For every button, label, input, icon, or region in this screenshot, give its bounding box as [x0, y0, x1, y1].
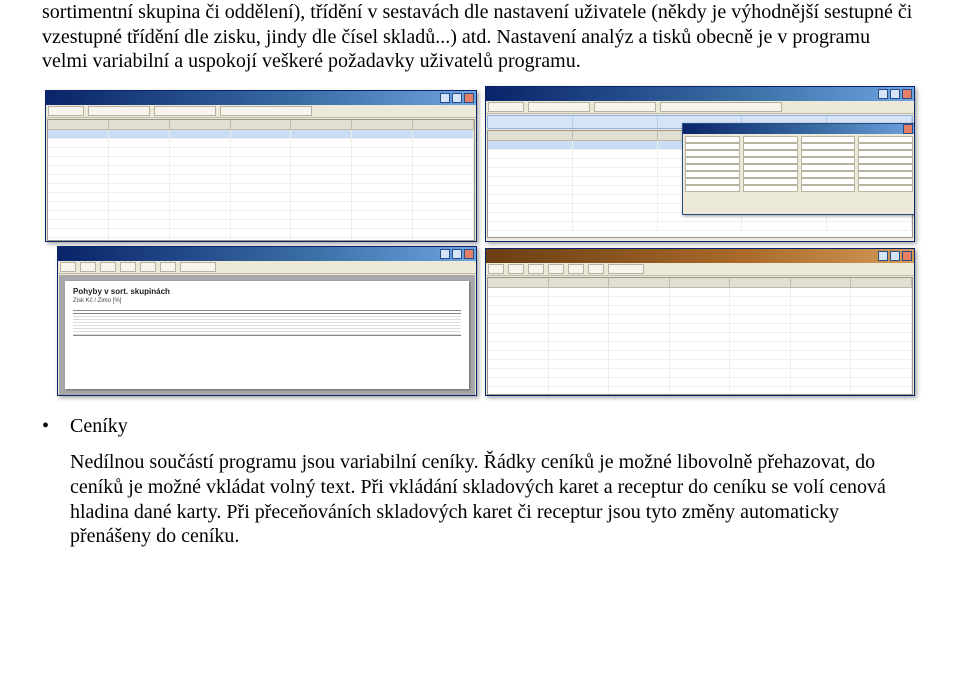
paragraph-intro: sortimentní skupina či oddělení), tříděn… [42, 0, 918, 74]
window-titlebar [58, 247, 476, 261]
paragraph-ceniky-body: Nedílnou součástí programu jsou variabil… [70, 450, 918, 548]
report-page: Pohyby v sort. skupinách Zisk Kč / Zimo … [65, 281, 469, 389]
window-titlebar [486, 87, 914, 101]
window-toolbar [486, 101, 914, 114]
close-icon [464, 249, 474, 259]
app-window-grid-1 [45, 90, 477, 242]
bullet-label: Ceníky [70, 414, 128, 439]
report-table [73, 310, 461, 336]
minimize-icon [878, 89, 888, 99]
close-icon [902, 89, 912, 99]
maximize-icon [890, 89, 900, 99]
minimize-icon [440, 93, 450, 103]
maximize-icon [890, 251, 900, 261]
data-grid [47, 119, 475, 241]
maximize-icon [452, 93, 462, 103]
screenshot-cluster: Pohyby v sort. skupinách Zisk Kč / Zimo … [45, 86, 915, 398]
report-subtitle: Zisk Kč / Zimo [%] [73, 298, 461, 304]
maximize-icon [452, 249, 462, 259]
print-preview-area: Pohyby v sort. skupinách Zisk Kč / Zimo … [59, 275, 475, 395]
window-toolbar [46, 105, 476, 118]
bullet-item-ceniky: • Ceníky [42, 414, 918, 439]
minimize-icon [878, 251, 888, 261]
close-icon [903, 124, 913, 134]
app-window-grid-2 [485, 248, 915, 396]
window-toolbar [486, 263, 914, 276]
document-page: sortimentní skupina či oddělení), tříděn… [0, 0, 960, 677]
preview-toolbar [58, 261, 476, 274]
minimize-icon [440, 249, 450, 259]
app-window-summary [485, 86, 915, 242]
report-title: Pohyby v sort. skupinách [73, 287, 461, 296]
close-icon [902, 251, 912, 261]
close-icon [464, 93, 474, 103]
window-titlebar [46, 91, 476, 105]
bullet-icon: • [42, 414, 70, 439]
data-grid [487, 277, 913, 395]
app-window-print-preview: Pohyby v sort. skupinách Zisk Kč / Zimo … [57, 246, 477, 396]
window-titlebar [486, 249, 914, 263]
panel-titlebar [683, 124, 915, 134]
floating-panel [682, 123, 915, 215]
